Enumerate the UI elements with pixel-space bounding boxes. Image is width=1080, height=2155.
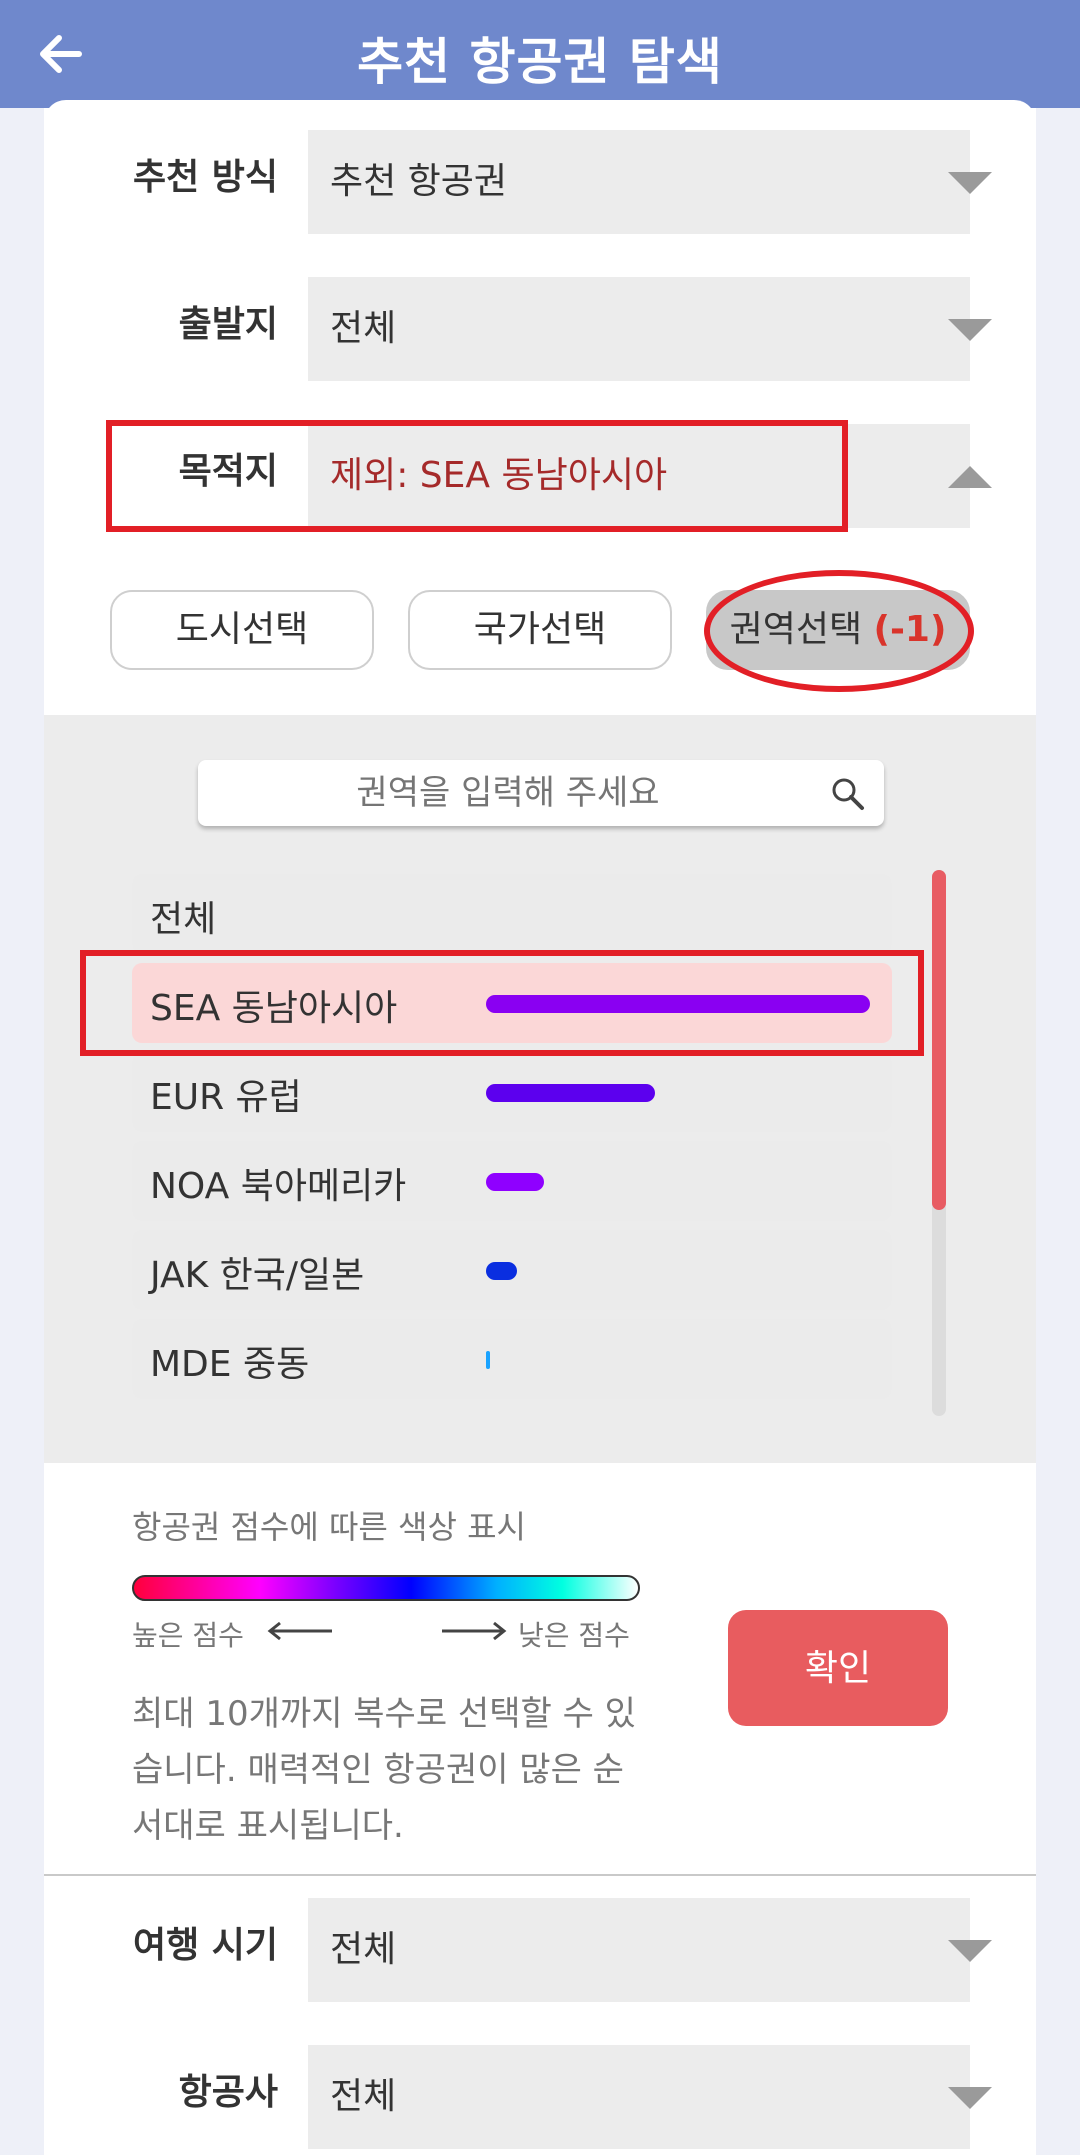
tab-country-label: 국가선택 [473,609,607,650]
region-item-eur[interactable]: EUR 유럽 [132,1052,892,1132]
score-bar [486,1173,544,1191]
method-label: 추천 방식 [132,157,278,198]
region-search-input[interactable] [198,760,818,826]
period-label: 여행 시기 [132,1925,278,1966]
left-arrow-icon [267,1621,332,1641]
method-select[interactable]: 추천 항공권 [308,130,970,234]
score-bar [486,1351,490,1369]
region-item-all[interactable]: 전체 [132,874,892,954]
period-select[interactable]: 전체 [308,1898,970,2002]
legend-title: 항공권 점수에 따른 색상 표시 [132,1508,526,1546]
right-arrow-icon [442,1621,507,1641]
chevron-down-icon[interactable] [948,172,992,194]
tab-country[interactable]: 국가선택 [408,590,672,670]
origin-row: 출발지 전체 [44,277,1036,381]
confirm-button[interactable]: 확인 [728,1610,948,1726]
sea-highlight-mark [80,950,924,1056]
legend-high-label: 높은 점수 [132,1619,244,1652]
airline-label: 항공사 [178,2072,278,2113]
chevron-down-icon[interactable] [948,1940,992,1962]
region-item-label: 전체 [150,899,217,940]
legend-low-label: 낮은 점수 [518,1619,630,1652]
period-row: 여행 시기 전체 [44,1898,1036,2002]
scrollbar-thumb[interactable] [932,870,946,1210]
airline-select[interactable]: 전체 [308,2045,970,2149]
region-item-label: MDE 중동 [150,1344,310,1385]
app-header: 추천 항공권 탐색 [0,0,1080,108]
chevron-down-icon[interactable] [948,2087,992,2109]
score-bar [486,1084,655,1102]
method-row: 추천 방식 추천 항공권 [44,130,1036,234]
score-gradient-bar [132,1575,640,1601]
tab-city-label: 도시선택 [175,609,309,650]
score-bar [486,1262,517,1280]
region-item-label: JAK 한국/일본 [150,1255,365,1296]
chevron-up-icon[interactable] [948,466,992,488]
search-icon[interactable] [828,774,868,814]
airline-row: 항공사 전체 [44,2045,1036,2149]
destination-highlight-mark [106,420,848,532]
region-item-label: NOA 북아메리카 [150,1166,407,1207]
tab-city[interactable]: 도시선택 [110,590,374,670]
region-item-label: EUR 유럽 [150,1077,302,1118]
region-tab-circle-mark [704,570,974,692]
chevron-down-icon[interactable] [948,319,992,341]
region-item-noa[interactable]: NOA 북아메리카 [132,1141,892,1221]
region-search [198,760,884,826]
divider [44,1874,1036,1876]
selection-note: 최대 10개까지 복수로 선택할 수 있습니다. 매력적인 항공권이 많은 순서… [132,1694,636,1846]
region-item-jak[interactable]: JAK 한국/일본 [132,1230,892,1310]
origin-select[interactable]: 전체 [308,277,970,381]
page-title: 추천 항공권 탐색 [357,33,723,91]
origin-label: 출발지 [178,304,278,345]
region-item-mde[interactable]: MDE 중동 [132,1319,892,1399]
